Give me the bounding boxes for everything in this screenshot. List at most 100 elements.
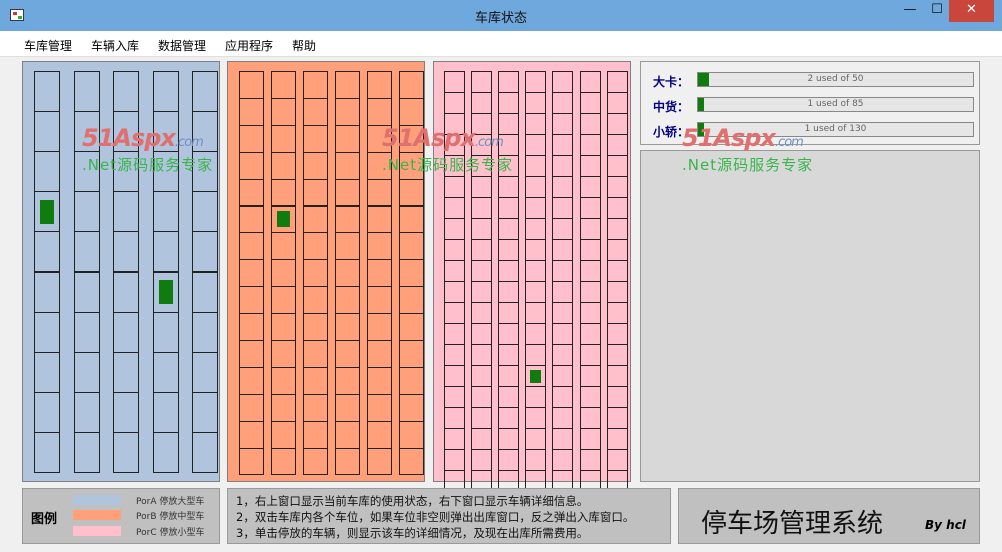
parking-slot[interactable] [303,447,328,476]
parking-slot[interactable] [303,178,328,207]
parked-vehicle[interactable] [277,211,290,228]
parking-slot[interactable] [192,391,218,433]
parking-slot[interactable] [399,447,424,476]
minimize-button[interactable]: — [895,0,925,22]
parking-slot[interactable] [239,447,264,476]
parking-slot[interactable] [335,151,360,180]
parking-slot[interactable] [113,311,139,353]
parking-slot[interactable] [606,239,628,261]
parking-slot[interactable] [498,386,520,408]
parking-slot[interactable] [498,323,520,345]
parking-slot[interactable] [271,393,296,422]
parking-slot[interactable] [579,113,601,135]
parking-slot[interactable] [399,205,424,234]
parking-slot[interactable] [239,313,264,341]
parking-slot[interactable] [73,231,100,273]
parking-slot[interactable] [152,71,179,113]
parking-slot[interactable] [271,151,296,180]
parking-slot[interactable] [303,232,328,261]
parking-slot[interactable] [444,260,465,282]
parking-slot[interactable] [73,271,100,313]
parking-slot[interactable] [335,205,360,234]
menu-garage-management[interactable]: 车库管理 [24,37,72,54]
parking-slot[interactable] [525,92,547,114]
parking-slot[interactable] [34,311,60,353]
parking-slot[interactable] [192,71,218,113]
parking-slot[interactable] [579,155,601,177]
parking-slot[interactable] [606,134,628,156]
parking-slot[interactable] [579,344,601,366]
parking-slot[interactable] [239,340,264,368]
parking-slot[interactable] [152,231,179,273]
parking-slot[interactable] [73,71,100,113]
parking-slot[interactable] [606,113,628,135]
parking-slot[interactable] [399,178,424,207]
parking-slot[interactable] [525,344,547,366]
parking-slot[interactable] [525,176,547,198]
parking-slot[interactable] [471,449,493,471]
parking-slot[interactable] [271,97,296,126]
parking-slot[interactable] [525,428,547,450]
parking-slot[interactable] [525,302,547,324]
parking-slot[interactable] [579,218,601,240]
parking-slot[interactable] [444,323,465,345]
parking-slot[interactable] [552,365,574,387]
parking-slot[interactable] [579,134,601,156]
parking-slot[interactable] [444,239,465,261]
parking-slot[interactable] [192,191,218,233]
parking-slot[interactable] [444,365,465,387]
parking-slot[interactable] [303,286,328,315]
parking-slot[interactable] [471,176,493,198]
parking-slot[interactable] [192,351,218,393]
parking-slot[interactable] [367,286,392,315]
parking-slot[interactable] [552,260,574,282]
parking-slot[interactable] [367,447,392,476]
maximize-button[interactable]: ☐ [922,0,952,22]
parking-slot[interactable] [606,218,628,240]
parking-slot[interactable] [606,386,628,408]
parking-slot[interactable] [552,113,574,135]
parking-slot[interactable] [271,447,296,476]
parking-slot[interactable] [471,386,493,408]
parking-slot[interactable] [239,151,264,180]
parking-slot[interactable] [271,286,296,315]
parked-vehicle[interactable] [530,369,542,383]
parking-slot[interactable] [73,191,100,233]
menu-vehicle-entry[interactable]: 车辆入库 [91,37,139,54]
parking-slot[interactable] [335,393,360,422]
parking-slot[interactable] [399,232,424,261]
parking-slot[interactable] [552,344,574,366]
parking-slot[interactable] [471,407,493,429]
parking-slot[interactable] [239,205,264,234]
parking-slot[interactable] [34,271,60,313]
parking-slot[interactable] [367,232,392,261]
parking-slot[interactable] [552,218,574,240]
parking-slot[interactable] [335,313,360,341]
parking-slot[interactable] [552,302,574,324]
parking-slot[interactable] [525,113,547,135]
parking-slot[interactable] [399,393,424,422]
parking-slot[interactable] [552,407,574,429]
parking-slot[interactable] [525,449,547,471]
parking-slot[interactable] [239,259,264,288]
parking-slot[interactable] [579,407,601,429]
parking-slot[interactable] [552,323,574,345]
parking-slot[interactable] [606,407,628,429]
parking-slot[interactable] [579,197,601,219]
parking-slot[interactable] [606,344,628,366]
parking-slot[interactable] [335,232,360,261]
parking-slot[interactable] [471,344,493,366]
parking-slot[interactable] [335,420,360,449]
parking-slot[interactable] [606,92,628,114]
parking-slot[interactable] [498,197,520,219]
parking-slot[interactable] [498,302,520,324]
parking-slot[interactable] [303,71,328,99]
parking-slot[interactable] [303,340,328,368]
parking-slot[interactable] [471,218,493,240]
parking-slot[interactable] [606,323,628,345]
parking-slot[interactable] [471,365,493,387]
parking-slot[interactable] [303,97,328,126]
parking-slot[interactable] [579,449,601,471]
parking-slot[interactable] [444,218,465,240]
parking-slot[interactable] [579,323,601,345]
